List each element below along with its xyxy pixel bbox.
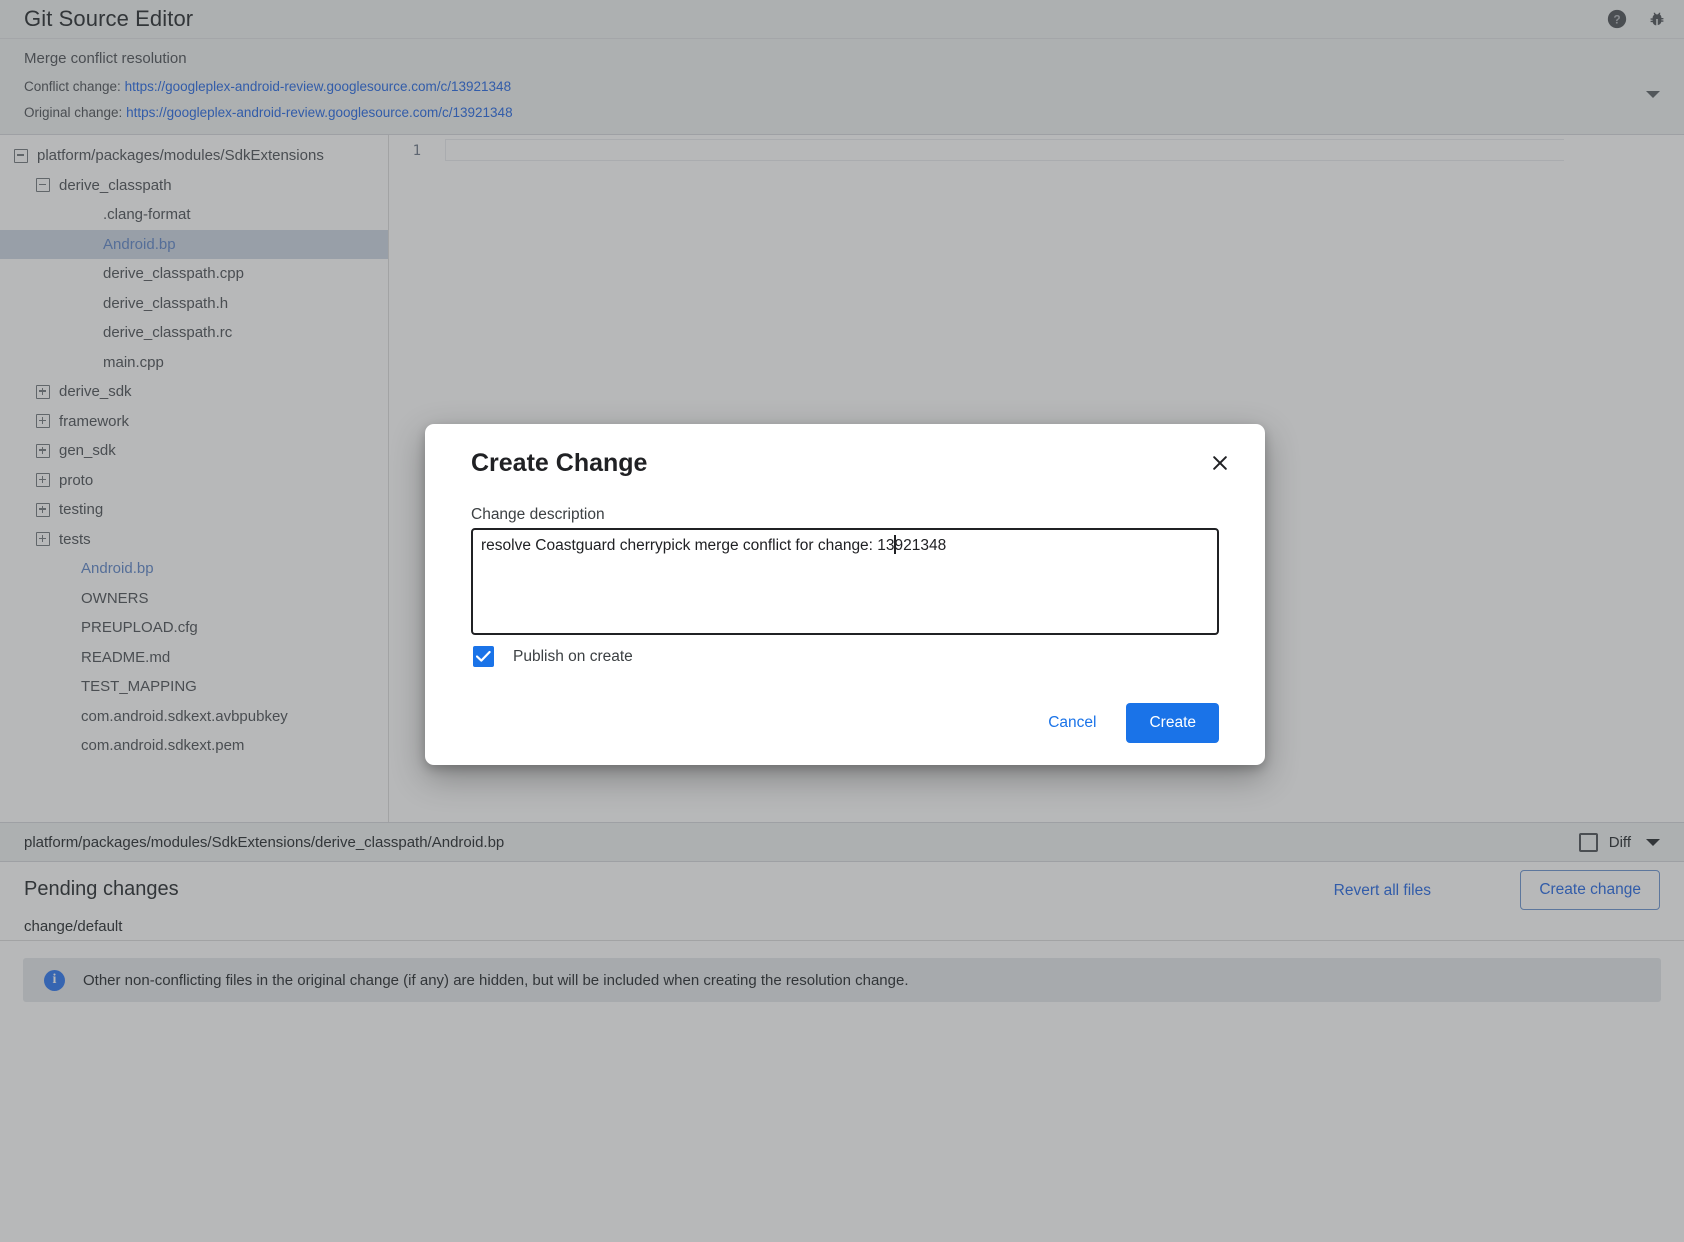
create-button[interactable]: Create (1126, 703, 1219, 743)
dialog-actions: Cancel Create (1034, 703, 1219, 743)
git-source-editor-app: Git Source Editor ? Merge conflict resol… (0, 0, 1684, 1242)
change-description-input[interactable] (471, 528, 1219, 635)
cancel-button[interactable]: Cancel (1034, 704, 1110, 742)
text-caret (894, 535, 896, 554)
dialog-title: Create Change (471, 449, 647, 478)
change-description-label: Change description (471, 506, 605, 524)
publish-on-create-row[interactable]: Publish on create (473, 646, 633, 667)
create-change-dialog: Create Change Change description Publish… (425, 424, 1265, 765)
close-icon[interactable] (1203, 446, 1237, 480)
publish-on-create-label: Publish on create (513, 648, 633, 666)
publish-on-create-checkbox[interactable] (473, 646, 494, 667)
